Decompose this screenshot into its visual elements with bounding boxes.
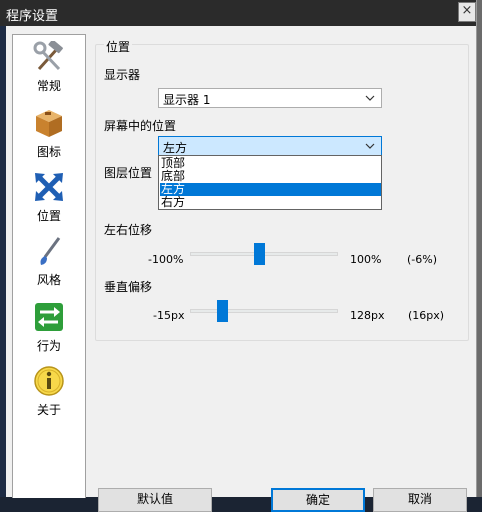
- sidebar-item-label: 行为: [36, 339, 61, 353]
- chevron-down-icon: [365, 139, 375, 153]
- sidebar-item-about[interactable]: 关于: [13, 365, 85, 425]
- monitor-select-value: 显示器 1: [163, 93, 211, 107]
- window-title: 程序设置: [6, 9, 59, 24]
- screen-position-select[interactable]: 左方: [158, 136, 382, 156]
- sidebar: 常规 图标 位置 风格 行为 关于: [12, 34, 86, 498]
- sidebar-item-general[interactable]: 常规: [13, 39, 85, 101]
- sidebar-item-behavior[interactable]: 行为: [13, 301, 85, 361]
- sidebar-item-style[interactable]: 风格: [13, 235, 85, 295]
- tools-icon: [33, 39, 65, 73]
- dropdown-option-right[interactable]: 右方: [160, 196, 381, 209]
- horizontal-max-label: 100%: [350, 253, 382, 266]
- cancel-button[interactable]: 取消: [373, 488, 467, 512]
- horizontal-min-label: -100%: [148, 253, 184, 266]
- monitor-select[interactable]: 显示器 1: [158, 88, 382, 108]
- brush-icon: [33, 235, 65, 267]
- desktop-backdrop: [476, 0, 482, 497]
- info-icon: [33, 365, 65, 397]
- layer-position-label: 图层位置: [104, 166, 153, 180]
- title-bar: 程序设置 ×: [0, 0, 476, 26]
- position-group-title: 位置: [104, 38, 133, 55]
- vertical-slider-track[interactable]: [190, 309, 338, 313]
- dropdown-option-left[interactable]: 左方: [160, 183, 381, 196]
- vertical-min-label: -15px: [153, 309, 185, 322]
- sidebar-item-label: 风格: [36, 273, 61, 287]
- screen-position-select-value: 左方: [163, 141, 188, 155]
- vertical-slider-thumb[interactable]: [217, 300, 228, 322]
- close-button[interactable]: ×: [458, 2, 476, 22]
- swap-arrows-icon: [33, 301, 65, 333]
- window-left-edge: [0, 26, 6, 497]
- ok-button[interactable]: 确定: [271, 488, 365, 512]
- horizontal-offset-label: 左右位移: [104, 223, 153, 237]
- dropdown-option-top[interactable]: 顶部: [160, 157, 381, 170]
- horizontal-value-readout: (-6%): [407, 253, 438, 266]
- monitor-label: 显示器: [104, 68, 141, 82]
- dropdown-option-bottom[interactable]: 底部: [160, 170, 381, 183]
- horizontal-slider-thumb[interactable]: [254, 243, 265, 265]
- vertical-offset-label: 垂直偏移: [104, 280, 153, 294]
- sidebar-item-label: 关于: [36, 403, 61, 417]
- box-icon: [33, 107, 65, 139]
- screen-position-label: 屏幕中的位置: [104, 119, 177, 133]
- screen-position-dropdown-list: 顶部 底部 左方 右方: [158, 155, 382, 210]
- chevron-down-icon: [365, 91, 375, 105]
- reset-defaults-button[interactable]: 默认值: [98, 488, 212, 512]
- sidebar-item-label: 常规: [36, 79, 61, 93]
- sidebar-item-label: 位置: [36, 209, 61, 223]
- sidebar-item-position[interactable]: 位置: [13, 171, 85, 231]
- settings-window: 程序设置 × 常规 图标 位置 风格 行为 关于 位置 显示器 显示器 1 屏幕…: [0, 0, 476, 512]
- vertical-max-label: 128px: [350, 309, 385, 322]
- sidebar-item-icons[interactable]: 图标: [13, 107, 85, 167]
- move-arrows-icon: [33, 171, 65, 203]
- sidebar-item-label: 图标: [36, 145, 61, 159]
- vertical-value-readout: (16px): [408, 309, 445, 322]
